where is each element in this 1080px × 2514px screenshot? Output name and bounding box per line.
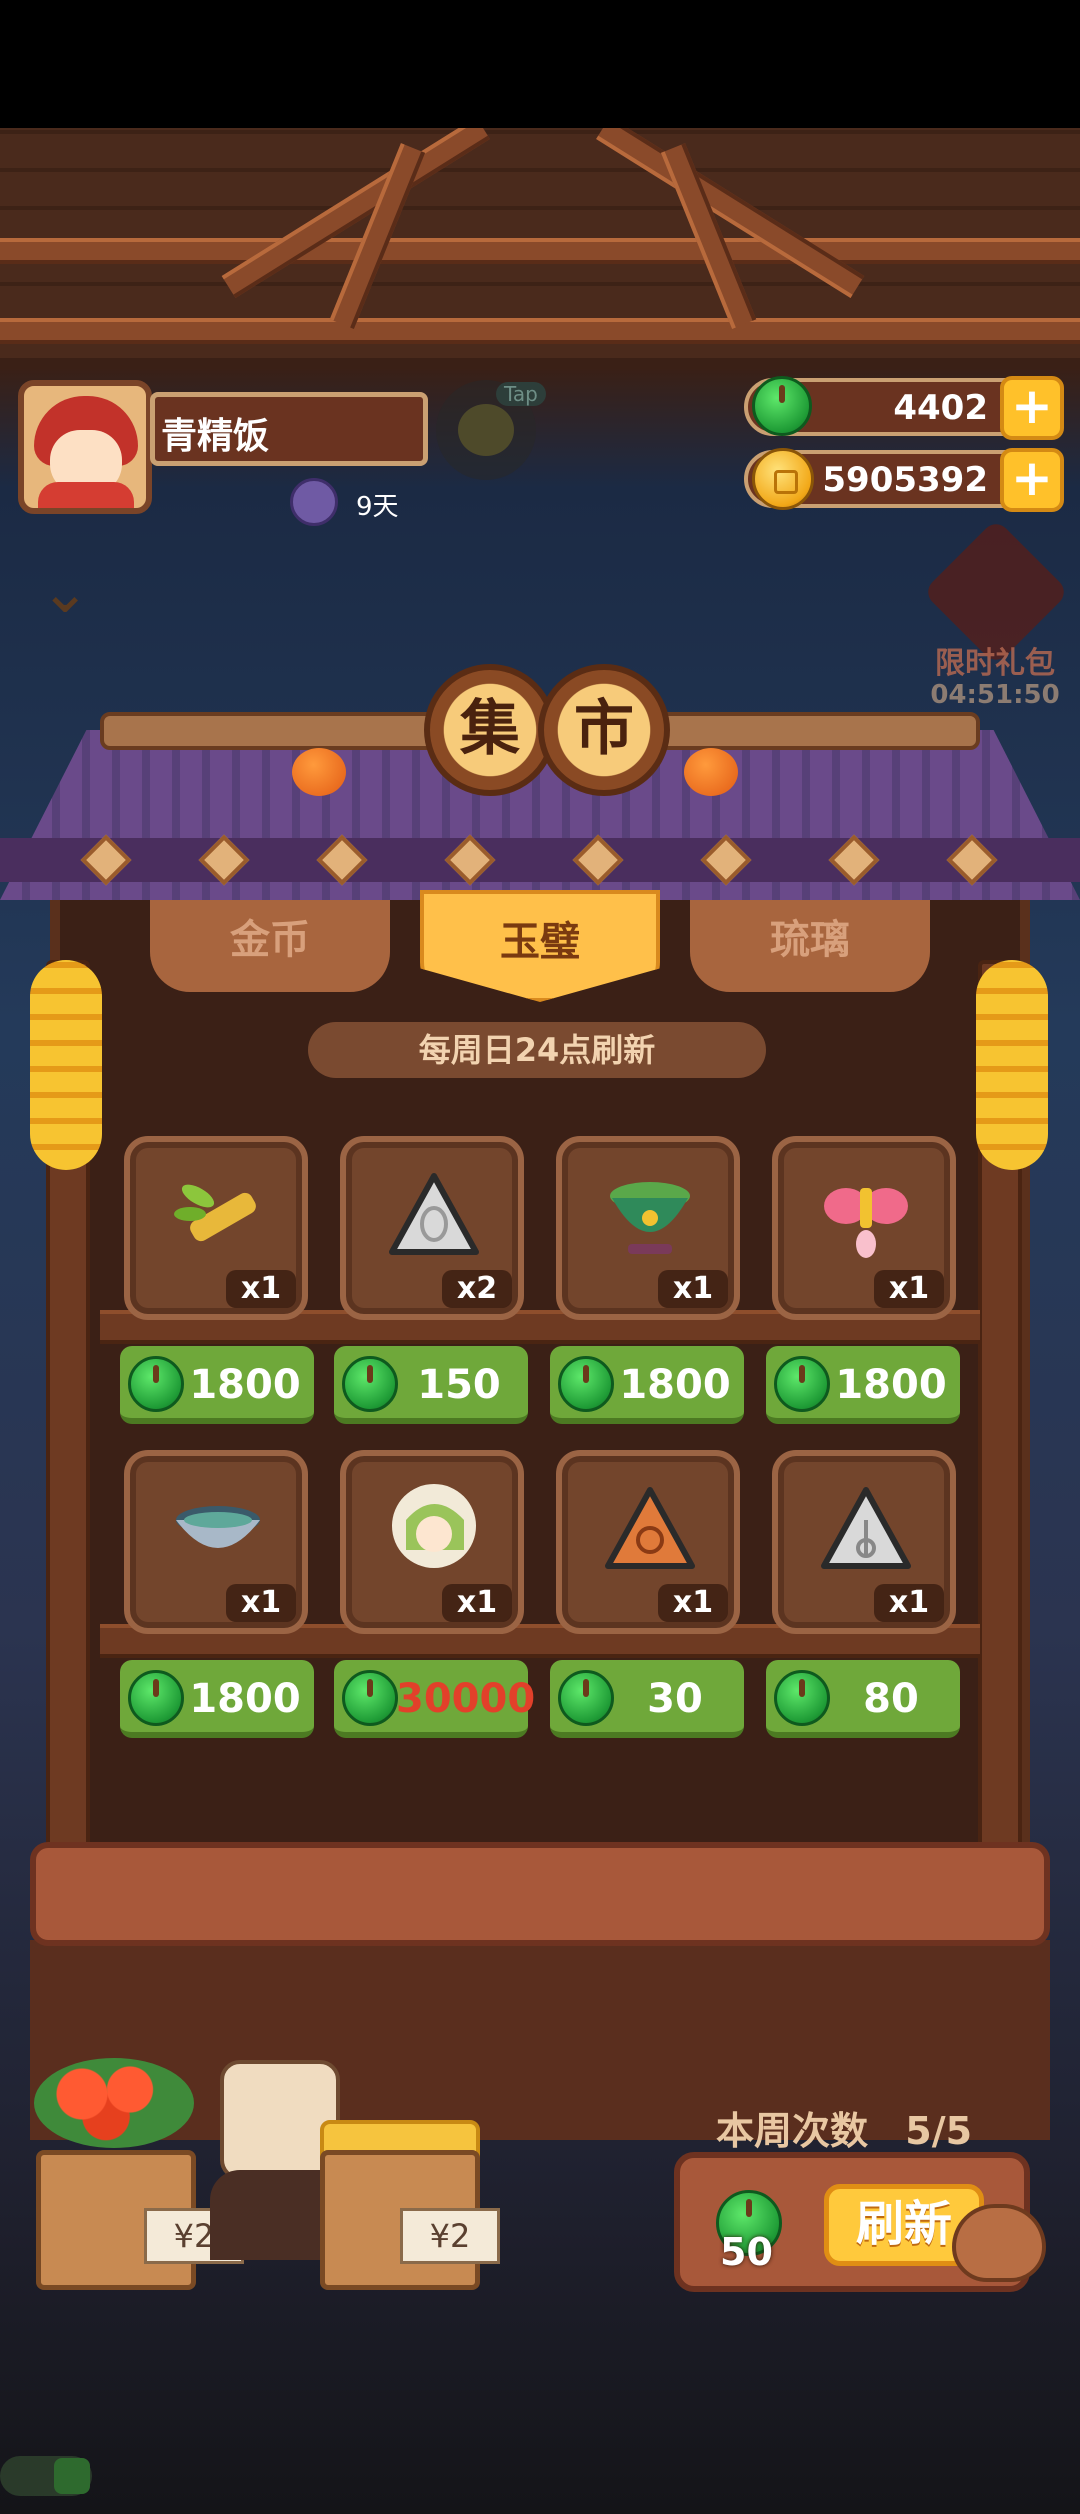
jade-coin-icon <box>342 1670 398 1726</box>
cat-mascot-icon <box>952 2204 1046 2282</box>
shop-item[interactable]: x1 <box>772 1450 956 1634</box>
price-button[interactable]: 1800 <box>766 1346 960 1424</box>
pink-bow-ornament-icon <box>824 1188 908 1258</box>
jade-coin-icon <box>774 1356 830 1412</box>
hanging-corn-icon <box>30 960 102 1170</box>
price-value: 1800 <box>189 1676 301 1722</box>
player-name: 青精饭 <box>161 416 270 457</box>
add-jade-button[interactable]: + <box>1000 376 1064 440</box>
item-quantity: x1 <box>874 1584 944 1622</box>
gold-amount: 5905392 <box>822 460 988 500</box>
price-button[interactable]: 1800 <box>120 1660 314 1738</box>
item-quantity: x1 <box>226 1584 296 1622</box>
pet-tap-button[interactable]: Tap <box>436 380 546 480</box>
price-value: 1800 <box>189 1362 301 1408</box>
price-button[interactable]: 1800 <box>120 1346 314 1424</box>
shop-item[interactable]: x1 <box>340 1450 524 1634</box>
persimmon-icon <box>292 748 346 796</box>
price-value: 30000 <box>396 1676 536 1722</box>
price-value: 30 <box>647 1676 703 1722</box>
roof-beam <box>0 238 1080 264</box>
gold-coin-icon <box>752 448 814 510</box>
stall-roof-edge <box>0 838 1080 882</box>
jade-amount: 4402 <box>893 388 988 428</box>
jade-coin-icon <box>558 1670 614 1726</box>
price-button[interactable]: 80 <box>766 1660 960 1738</box>
market-sign-left: 集 <box>424 664 556 796</box>
bamboo-shoot-icon <box>174 1184 256 1242</box>
shop-item[interactable]: x1 <box>556 1136 740 1320</box>
jade-coin-icon <box>128 1356 184 1412</box>
refresh-cost: 50 <box>720 2230 773 2274</box>
add-gold-button[interactable]: + <box>1000 448 1064 512</box>
price-button[interactable]: 1800 <box>550 1346 744 1424</box>
player-avatar[interactable] <box>18 380 152 514</box>
price-tag: ¥2 <box>400 2208 500 2264</box>
jade-coin-icon <box>128 1670 184 1726</box>
hanging-corn-icon <box>976 960 1048 1170</box>
tap-label: Tap <box>496 382 546 406</box>
porcelain-bowl-icon <box>176 1506 260 1548</box>
jade-coin-icon <box>774 1670 830 1726</box>
gift-timer: 04:51:50 <box>930 680 1060 710</box>
limited-gift-pack[interactable]: 限时礼包 04:51:50 <box>920 518 1070 730</box>
shop-item[interactable]: x1 <box>556 1450 740 1634</box>
jade-coin-icon <box>342 1356 398 1412</box>
corner-toggle[interactable] <box>0 2456 92 2496</box>
item-quantity: x1 <box>658 1270 728 1308</box>
weekly-refresh-label: 本周次数 <box>716 2109 869 2153</box>
silver-insect-charm-icon <box>389 1173 479 1255</box>
chick-icon <box>458 404 514 456</box>
price-button[interactable]: 150 <box>334 1346 528 1424</box>
player-name-plate[interactable]: 青精饭 <box>150 392 428 466</box>
market-sign-right: 市 <box>538 664 670 796</box>
shop-item[interactable]: x1 <box>124 1136 308 1320</box>
shop-item[interactable]: x1 <box>124 1450 308 1634</box>
days-icon <box>290 478 338 526</box>
weekly-refresh-count: 本周次数 5/5 <box>716 2100 972 2155</box>
price-value: 80 <box>863 1676 919 1722</box>
price-value: 1800 <box>835 1362 947 1408</box>
bronze-sun-charm-icon <box>605 1487 695 1569</box>
stall-counter <box>30 1842 1050 1946</box>
shop-item[interactable]: x2 <box>340 1136 524 1320</box>
item-quantity: x1 <box>442 1584 512 1622</box>
item-quantity: x1 <box>658 1584 728 1622</box>
price-button[interactable]: 30 <box>550 1660 744 1738</box>
refresh-schedule-note: 每周日24点刷新 <box>308 1022 766 1078</box>
green-hair-character-icon <box>392 1484 476 1568</box>
jade-coin-icon <box>558 1356 614 1412</box>
shop-item[interactable]: x1 <box>772 1136 956 1320</box>
price-button[interactable]: 30000 <box>334 1660 536 1738</box>
jade-coin-icon <box>752 376 812 436</box>
jade-incense-burner-icon <box>610 1182 690 1254</box>
days-count: 9天 <box>356 492 399 522</box>
tomato-basket-icon <box>34 2058 194 2148</box>
item-quantity: x2 <box>442 1270 512 1308</box>
roof-beam <box>0 318 1080 344</box>
tab-gold[interactable]: 金币 <box>150 900 390 992</box>
item-quantity: x1 <box>226 1270 296 1308</box>
price-value: 150 <box>417 1362 501 1408</box>
silver-tree-charm-icon <box>821 1487 911 1569</box>
tab-glaze[interactable]: 琉璃 <box>690 900 930 992</box>
weekly-refresh-value: 5/5 <box>905 2109 973 2153</box>
gift-label: 限时礼包 <box>935 646 1055 681</box>
persimmon-icon <box>684 748 738 796</box>
item-quantity: x1 <box>874 1270 944 1308</box>
price-value: 1800 <box>619 1362 731 1408</box>
chevron-down-icon[interactable]: ⌄ <box>40 562 104 626</box>
